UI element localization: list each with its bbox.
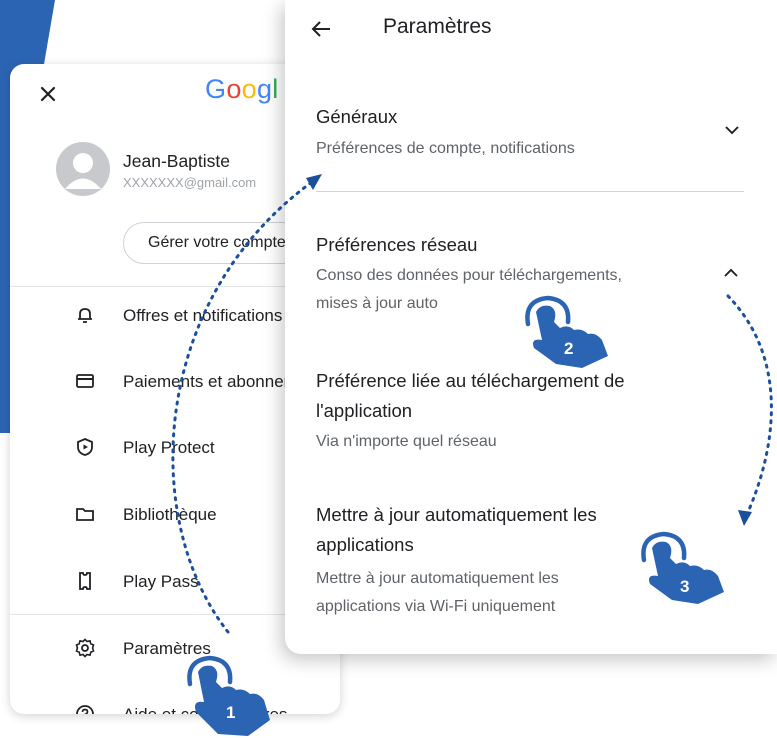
bell-icon bbox=[78, 308, 92, 323]
user-email: XXXXXXX@gmail.com bbox=[123, 175, 257, 190]
hand-pointer-step-3: 3 bbox=[641, 531, 724, 604]
gear-icon bbox=[75, 638, 95, 658]
menu-item-label: Offres et notifications bbox=[123, 306, 283, 325]
user-name: Jean-Baptiste bbox=[123, 151, 231, 171]
menu-item-label: Play Pass bbox=[123, 572, 199, 591]
google-logo: Googl bbox=[205, 74, 279, 104]
close-button[interactable] bbox=[36, 82, 60, 106]
page-title: Paramètres bbox=[383, 15, 492, 38]
step-number: 3 bbox=[680, 577, 689, 596]
chevron-up-icon[interactable] bbox=[721, 263, 741, 283]
arrow-left-icon bbox=[311, 21, 330, 37]
help-icon bbox=[76, 705, 94, 714]
menu-item-help[interactable]: Aide et commentaires bbox=[10, 693, 340, 714]
menu-item-label: Bibliothèque bbox=[123, 505, 217, 524]
folder-icon bbox=[76, 508, 94, 521]
section-general-title[interactable]: Généraux bbox=[316, 106, 397, 128]
hand-pointer-step-2: 2 bbox=[525, 295, 608, 368]
auto-update-apps[interactable]: Mettre à jour automatiquement les applic… bbox=[316, 500, 597, 560]
chevron-down-icon[interactable] bbox=[722, 120, 742, 140]
shield-play-icon bbox=[77, 438, 93, 456]
ticket-icon bbox=[79, 572, 91, 590]
app-download-preference-subtitle: Via n'importe quel réseau bbox=[316, 433, 497, 450]
app-download-preference[interactable]: Préférence liée au téléchargement de l'a… bbox=[316, 366, 625, 426]
hand-pointer-step-1: 1 bbox=[187, 655, 270, 736]
section-general-subtitle: Préférences de compte, notifications bbox=[316, 140, 575, 157]
person-icon bbox=[65, 153, 101, 189]
card-icon bbox=[76, 374, 94, 388]
close-icon bbox=[40, 86, 56, 102]
section-divider bbox=[316, 191, 744, 192]
back-button[interactable] bbox=[309, 16, 335, 42]
step-number: 1 bbox=[226, 703, 235, 722]
step-number: 2 bbox=[564, 339, 573, 358]
auto-update-apps-subtitle: Mettre à jour automatiquement les applic… bbox=[316, 570, 559, 615]
section-network-title[interactable]: Préférences réseau bbox=[316, 234, 477, 256]
menu-item-label: Play Protect bbox=[123, 438, 215, 457]
avatar[interactable] bbox=[56, 142, 110, 196]
